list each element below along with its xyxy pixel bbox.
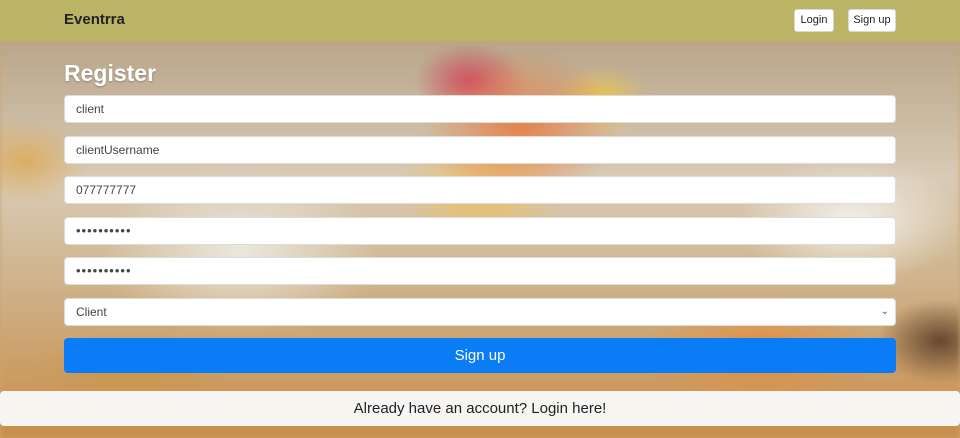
login-button[interactable]: Login	[794, 9, 834, 32]
signup-submit-button[interactable]: Sign up	[64, 338, 896, 373]
name-input[interactable]: client	[64, 95, 896, 123]
password-input[interactable]: ••••••••••	[64, 217, 896, 245]
login-link[interactable]: Already have an account? Login here!	[0, 391, 960, 426]
signup-button[interactable]: Sign up	[848, 9, 896, 32]
brand-logo[interactable]: Eventrra	[64, 11, 125, 28]
phone-input[interactable]: 077777777	[64, 176, 896, 204]
role-select[interactable]: Client ⌄	[64, 298, 896, 326]
page-title: Register	[64, 60, 157, 86]
username-input[interactable]: clientUsername	[64, 136, 896, 164]
chevron-down-icon: ⌄	[880, 306, 889, 317]
navbar: Eventrra Login Sign up	[0, 0, 960, 41]
role-select-value: Client	[76, 305, 107, 319]
confirm-password-input[interactable]: ••••••••••	[64, 257, 896, 285]
